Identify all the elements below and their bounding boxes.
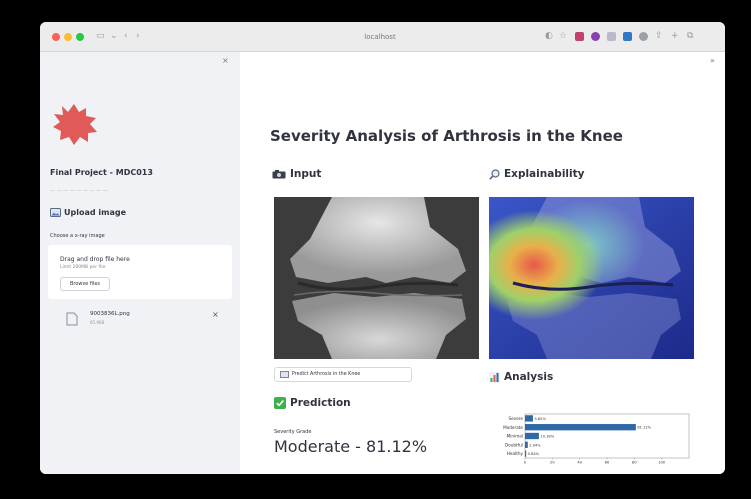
tabs-overview-icon[interactable]: ⧉	[687, 31, 693, 42]
dropzone-title: Drag and drop file here	[60, 256, 130, 263]
x-tick-label: 80	[632, 461, 637, 465]
category-label: Moderate	[503, 425, 523, 430]
prediction-header-label: Prediction	[290, 397, 351, 409]
category-label: Doubtful	[505, 442, 523, 447]
explainability-header-label: Explainability	[504, 168, 585, 180]
app-logo	[53, 104, 97, 145]
predict-button-label: Predict Arthrosis in the Knee	[292, 372, 361, 377]
extension-icon[interactable]	[591, 32, 600, 41]
check-mark-icon	[274, 397, 286, 409]
bar	[525, 415, 533, 422]
input-header-label: Input	[290, 168, 322, 180]
bar-chart-icon	[489, 371, 500, 383]
severity-label: Severity Grade	[274, 429, 312, 435]
zoom-window-button[interactable]	[76, 33, 84, 41]
back-icon[interactable]: ‹	[124, 31, 128, 42]
new-tab-icon[interactable]: +	[671, 31, 679, 42]
extension-icon[interactable]	[639, 32, 648, 41]
close-window-button[interactable]	[52, 33, 60, 41]
star-icon[interactable]: ☆	[559, 31, 567, 42]
x-tick-label: 0	[524, 461, 527, 465]
sidebar-collapse-button[interactable]: ×	[222, 56, 229, 65]
analysis-bar-chart: Severe 5.82% Moderate 81.12% Minimal 10.18% Do…	[503, 413, 690, 465]
category-label: Minimal	[507, 434, 523, 439]
forward-icon[interactable]: ›	[136, 31, 140, 42]
uploaded-file-item: 9003836L.png 65.9KB ×	[60, 308, 228, 332]
minimize-window-button[interactable]	[64, 33, 72, 41]
bar	[525, 450, 527, 457]
input-header: Input	[272, 168, 321, 180]
bar-value-label: 2.04%	[529, 443, 541, 447]
chevron-down-icon[interactable]: ⌄	[110, 31, 118, 42]
input-xray-image	[274, 197, 479, 359]
bar-value-label: 0.84%	[528, 452, 540, 456]
page-title: Severity Analysis of Arthrosis in the Kn…	[270, 127, 623, 145]
uploaded-file-name: 9003836L.png	[90, 311, 130, 317]
upload-header-label: Upload image	[64, 208, 126, 217]
analysis-header-label: Analysis	[504, 371, 554, 383]
x-tick-label: 60	[605, 461, 610, 465]
category-label: Healthy	[507, 451, 524, 456]
remove-file-button[interactable]: ×	[212, 310, 219, 319]
uploaded-file-size: 65.9KB	[90, 320, 105, 325]
bar	[525, 424, 636, 431]
camera-icon	[272, 169, 286, 178]
category-label: Severe	[509, 416, 524, 421]
sidebar-title: Final Project - MDC013	[50, 168, 153, 177]
main-menu-button[interactable]: »	[710, 56, 715, 65]
analysis-header: Analysis	[489, 371, 553, 383]
severity-value: Moderate - 81.12%	[274, 437, 428, 456]
extension-icon[interactable]	[607, 32, 616, 41]
browser-titlebar: ▭ ⌄ ‹ › localhost ◐ ☆ ⇪ + ⧉	[40, 22, 725, 52]
extension-icon[interactable]	[623, 32, 632, 41]
prediction-header: Prediction	[274, 397, 351, 409]
reader-icon[interactable]: ◐	[545, 31, 553, 42]
file-uploader-label: Choose a x-ray image	[50, 233, 105, 239]
bar	[525, 432, 539, 440]
x-tick-label: 100	[658, 461, 666, 465]
bar-value-label: 10.18%	[540, 435, 554, 439]
x-tick-label: 20	[550, 461, 555, 465]
address-bar[interactable]: localhost	[310, 29, 450, 45]
share-icon[interactable]: ⇪	[655, 31, 663, 42]
bar	[525, 441, 528, 448]
explainability-heatmap-image	[489, 197, 694, 359]
bar-value-label: 81.12%	[637, 426, 651, 430]
image-icon	[50, 208, 61, 217]
x-tick-label: 40	[577, 461, 582, 465]
browser-window: ▭ ⌄ ‹ › localhost ◐ ☆ ⇪ + ⧉ × Final Proj…	[40, 22, 725, 474]
sidebar-toggle-icon[interactable]: ▭	[96, 31, 105, 42]
file-icon	[66, 312, 78, 326]
explainability-header: Explainability	[489, 168, 584, 180]
sidebar-subtitle: — — — — — — — — —	[50, 188, 108, 194]
file-dropzone[interactable]: Drag and drop file here Limit 200MB per …	[48, 245, 232, 299]
sidebar: × Final Project - MDC013 — — — — — — — —…	[40, 52, 240, 474]
main-content: » Severity Analysis of Arthrosis in the …	[240, 52, 725, 474]
image-icon	[280, 371, 289, 378]
upload-header: Upload image	[50, 208, 126, 217]
extension-icon[interactable]	[575, 32, 584, 41]
predict-button[interactable]: Predict Arthrosis in the Knee	[274, 367, 412, 382]
magnifier-icon	[489, 168, 500, 180]
dropzone-limit: Limit 200MB per file	[60, 265, 106, 270]
bar-value-label: 5.82%	[534, 417, 546, 421]
browse-files-button[interactable]: Browse files	[60, 277, 110, 291]
